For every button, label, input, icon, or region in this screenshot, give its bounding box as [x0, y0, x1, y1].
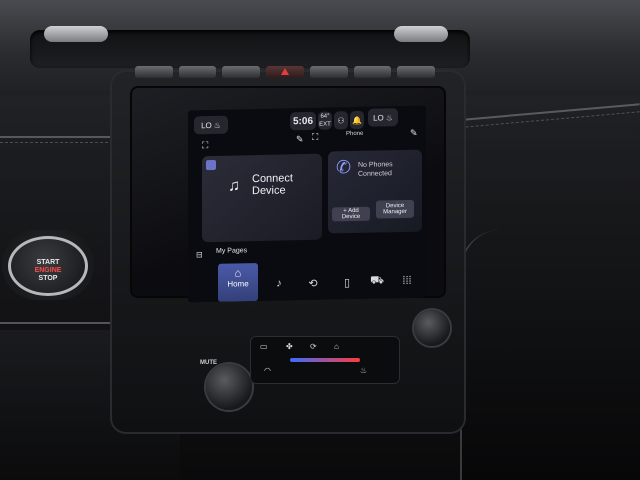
hardware-button-row: [135, 66, 436, 82]
rear-defrost-icon[interactable]: ▭: [260, 342, 268, 351]
outside-temp-label: EXT: [319, 121, 331, 128]
vent-knob-left[interactable]: [44, 26, 108, 42]
fullscreen-icon[interactable]: ⛶: [202, 140, 208, 151]
edit-icon[interactable]: ✎: [296, 134, 304, 145]
hardware-button[interactable]: [397, 66, 436, 78]
outside-temp-value: 64°: [320, 113, 330, 120]
hardware-button[interactable]: [309, 66, 348, 78]
clock-pill: 5:06: [290, 111, 316, 131]
start-stop-button[interactable]: START ENGINE STOP: [8, 236, 88, 296]
connect-device-card[interactable]: ♫ Connect Device: [202, 153, 322, 243]
vehicle-icon[interactable]: ⛟: [360, 264, 394, 299]
media-icon[interactable]: ♪: [262, 266, 296, 301]
app-icon: [206, 159, 216, 171]
console-trim: [460, 230, 540, 480]
hardware-button[interactable]: [222, 66, 261, 78]
phone-icon[interactable]: ▯: [330, 265, 364, 300]
vent-knob-right[interactable]: [394, 26, 448, 42]
edit-icon[interactable]: ✎: [410, 128, 418, 139]
driver-icon[interactable]: ⚇: [334, 111, 348, 130]
right-temp-label: LO: [373, 112, 384, 123]
fullscreen-icon[interactable]: ⛶: [312, 132, 318, 143]
climate-control-panel: MUTE ▭ ✤ ⟳ ⌂ ◠ ♨: [180, 310, 450, 422]
auto-icon[interactable]: ⌂: [334, 342, 339, 351]
touchscreen: LO ♨ 5:06 64° EXT ⚇ 🔔 LO ♨ ⛶ ✎ ⛶ ✎ Phone…: [188, 105, 426, 303]
comfort-icon[interactable]: ⟲: [296, 266, 330, 301]
device-manager-line2: Manager: [383, 208, 407, 216]
add-device-button[interactable]: + Add Device: [332, 206, 370, 222]
stop-label: STOP: [38, 275, 58, 282]
my-pages-label[interactable]: My Pages: [216, 247, 247, 255]
notification-bell-icon[interactable]: 🔔: [350, 110, 364, 130]
tuning-knob[interactable]: [414, 310, 450, 346]
hardware-button[interactable]: [178, 66, 217, 78]
home-icon: ⌂: [234, 267, 242, 280]
clock: 5:06: [292, 115, 313, 127]
volume-knob[interactable]: [206, 364, 252, 410]
left-temp-label: LO: [201, 120, 212, 130]
my-pages-icon: ⊟: [196, 250, 203, 260]
hazard-button[interactable]: [266, 66, 304, 78]
hardware-button[interactable]: [353, 66, 392, 78]
front-defrost-icon[interactable]: ◠: [264, 366, 271, 375]
seat-heat-icon: ♨: [213, 120, 221, 130]
trim-line: [0, 136, 112, 138]
left-climate-pill[interactable]: LO ♨: [194, 115, 228, 135]
phone-status: No Phones Connected: [358, 160, 393, 179]
apps-grid-icon[interactable]: ⁞⁞⁞: [390, 264, 424, 299]
right-climate-pill[interactable]: LO ♨: [368, 108, 398, 127]
mute-label: MUTE: [200, 360, 217, 366]
music-note-icon: ♫: [228, 177, 240, 195]
device-manager-button[interactable]: Device Manager: [376, 199, 414, 219]
home-label: Home: [227, 279, 249, 289]
fan-icon[interactable]: ✤: [286, 342, 293, 351]
climate-button-strip: ▭ ✤ ⟳ ⌂ ◠ ♨: [250, 336, 400, 384]
dashboard-photo: START ENGINE STOP LO ♨ 5:06 64° EXT ⚇ 🔔 …: [0, 0, 640, 480]
status-bar: LO ♨ 5:06 64° EXT ⚇ 🔔 LO ♨: [188, 106, 426, 135]
phone-card-header: Phone: [346, 130, 364, 138]
connect-card-subtitle: Device: [252, 184, 286, 198]
phone-card[interactable]: ✆ No Phones Connected + Add Device Devic…: [328, 149, 422, 234]
stitching: [440, 111, 640, 130]
outside-temp-pill: 64° EXT: [318, 111, 332, 130]
temperature-indicator: [290, 358, 360, 362]
connect-card-title: Connect: [252, 172, 293, 186]
phone-status-line2: Connected: [358, 170, 392, 178]
phone-disconnected-icon: ✆: [336, 157, 352, 178]
seat-heat-icon[interactable]: ♨: [360, 366, 367, 375]
bottom-nav: ⊟ My Pages ⌂ Home ♪ ⟲ ▯ ⛟ ⁞⁞⁞: [188, 247, 426, 303]
engine-label: ENGINE: [34, 267, 62, 274]
nav-home-tab[interactable]: ⌂ Home: [218, 263, 258, 302]
recirculation-icon[interactable]: ⟳: [310, 342, 317, 351]
stitching: [0, 142, 108, 143]
start-label: START: [36, 259, 60, 266]
hardware-button[interactable]: [135, 66, 173, 78]
seat-heat-icon: ♨: [385, 112, 393, 122]
